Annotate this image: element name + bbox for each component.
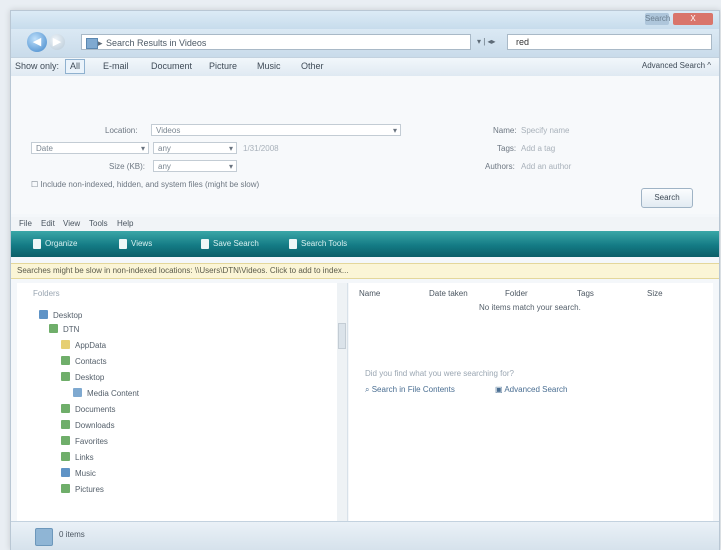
column-header-tags[interactable]: Tags — [577, 289, 594, 298]
title-bar: Search X — [11, 11, 719, 29]
nav-scroll-thumb[interactable] — [338, 323, 346, 349]
tree-item-desktop[interactable]: Desktop — [39, 309, 82, 322]
index-info-bar[interactable]: Searches might be slow in non-indexed lo… — [11, 263, 719, 279]
documents-icon — [61, 404, 70, 413]
tree-item-documents[interactable]: Documents — [61, 403, 115, 416]
filter-bar: Show only: All E-mail Document Picture M… — [11, 57, 719, 77]
forward-arrow-icon: ▶ — [52, 36, 62, 48]
date-operator-select[interactable]: any — [153, 142, 237, 155]
save-search-button[interactable]: Save Search — [201, 237, 259, 251]
search-file-contents-link[interactable]: ⌕ Search in File Contents — [365, 385, 455, 395]
status-bar: 0 items — [11, 521, 719, 550]
item-count: 0 items — [59, 530, 85, 539]
search-input[interactable]: red — [507, 34, 712, 50]
size-operator-select[interactable]: any — [153, 160, 237, 173]
advanced-search-toggle[interactable]: Advanced Search ^ — [642, 61, 711, 70]
filter-all[interactable]: All — [65, 59, 86, 74]
address-path: Search Results in Videos — [106, 38, 207, 48]
views-button[interactable]: Views — [119, 237, 152, 251]
favorites-icon — [61, 436, 70, 445]
save-icon — [201, 238, 209, 249]
breadcrumb-arrow-icon: ▸ — [98, 38, 103, 48]
tree-item-links[interactable]: Links — [61, 451, 94, 464]
navigation-pane: Folders Desktop DTN AppData Contacts Des… — [17, 283, 348, 521]
command-toolbar: Organize Views Save Search Search Tools — [11, 231, 719, 257]
address-row: ◀ ▶ ▸ Search Results in Videos ▾ | ◂▸ re… — [11, 29, 719, 57]
results-pane: Name Date taken Folder Tags Size No item… — [349, 283, 713, 521]
folder-icon — [61, 372, 70, 381]
column-header-folder[interactable]: Folder — [505, 289, 528, 298]
back-button[interactable]: ◀ — [27, 32, 47, 52]
media-folder-icon — [73, 388, 82, 397]
filter-label: Show only: — [15, 61, 60, 71]
folder-icon — [61, 340, 70, 349]
tree-item-appdata[interactable]: AppData — [61, 339, 106, 352]
no-results-message: No items match your search. — [479, 303, 581, 312]
advanced-search-icon: ▣ — [495, 385, 505, 394]
user-folder-icon — [49, 324, 58, 333]
authors-input[interactable]: Add an author — [521, 162, 571, 171]
menu-bar: File Edit View Tools Help — [11, 217, 719, 231]
search-button[interactable]: Search — [641, 188, 693, 208]
desktop-icon — [39, 310, 48, 319]
downloads-icon — [61, 420, 70, 429]
search-folder-icon — [86, 38, 98, 49]
size-label: Size (KB): — [109, 162, 146, 171]
tree-item-user[interactable]: DTN — [49, 323, 79, 336]
menu-view[interactable]: View — [63, 219, 80, 228]
filter-document[interactable]: Document — [151, 61, 192, 71]
folders-header[interactable]: Folders — [33, 289, 60, 298]
recent-pages-button[interactable]: ▾ | ◂▸ — [477, 34, 503, 50]
name-input[interactable]: Specify name — [521, 126, 569, 135]
tree-item-media-content[interactable]: Media Content — [73, 387, 139, 400]
search-feedback-question: Did you find what you were searching for… — [365, 369, 514, 378]
links-icon — [61, 452, 70, 461]
filter-music[interactable]: Music — [257, 61, 281, 71]
menu-edit[interactable]: Edit — [41, 219, 55, 228]
organize-button[interactable]: Organize — [33, 237, 77, 251]
pictures-icon — [61, 484, 70, 493]
tree-item-desktop-folder[interactable]: Desktop — [61, 371, 104, 384]
search-results-icon — [35, 528, 53, 546]
filter-email[interactable]: E-mail — [103, 61, 129, 71]
location-label: Location: — [105, 126, 138, 135]
tree-item-downloads[interactable]: Downloads — [61, 419, 115, 432]
views-icon — [119, 238, 127, 249]
filter-picture[interactable]: Picture — [209, 61, 237, 71]
organize-icon — [33, 238, 41, 249]
tree-item-music[interactable]: Music — [61, 467, 96, 480]
advanced-search-pane: Location: Videos Date any 1/31/2008 Size… — [11, 76, 719, 214]
explorer-window: Search X ◀ ▶ ▸ Search Results in Videos … — [10, 10, 720, 550]
tags-input[interactable]: Add a tag — [521, 144, 555, 153]
menu-tools[interactable]: Tools — [89, 219, 108, 228]
tools-icon — [289, 238, 297, 249]
tags-label: Tags: — [497, 144, 517, 153]
advanced-search-link[interactable]: ▣ Advanced Search — [495, 385, 568, 394]
back-arrow-icon: ◀ — [32, 36, 42, 48]
menu-help[interactable]: Help — [117, 219, 133, 228]
tree-item-favorites[interactable]: Favorites — [61, 435, 108, 448]
forward-button[interactable]: ▶ — [49, 34, 65, 50]
date-select[interactable]: Date — [31, 142, 149, 155]
close-button[interactable]: X — [673, 13, 713, 25]
search-tools-button[interactable]: Search Tools — [289, 237, 347, 251]
authors-label: Authors: — [485, 162, 515, 171]
column-header-date-taken[interactable]: Date taken — [429, 289, 468, 298]
minimize-button[interactable]: Search — [645, 13, 670, 25]
tree-item-pictures[interactable]: Pictures — [61, 483, 104, 496]
date-hint: 1/31/2008 — [243, 144, 279, 153]
nav-scrollbar[interactable] — [337, 283, 347, 521]
column-header-size[interactable]: Size — [647, 289, 663, 298]
music-icon — [61, 468, 70, 477]
search-icon: ⌕ — [365, 385, 372, 394]
location-select[interactable]: Videos — [151, 124, 401, 137]
address-bar[interactable]: ▸ Search Results in Videos — [81, 34, 471, 50]
include-nonindexed-checkbox[interactable]: ☐ Include non-indexed, hidden, and syste… — [31, 180, 259, 189]
contacts-icon — [61, 356, 70, 365]
tree-item-contacts[interactable]: Contacts — [61, 355, 107, 368]
name-label: Name: — [493, 126, 517, 135]
filter-other[interactable]: Other — [301, 61, 324, 71]
menu-file[interactable]: File — [19, 219, 32, 228]
column-header-name[interactable]: Name — [359, 289, 380, 298]
